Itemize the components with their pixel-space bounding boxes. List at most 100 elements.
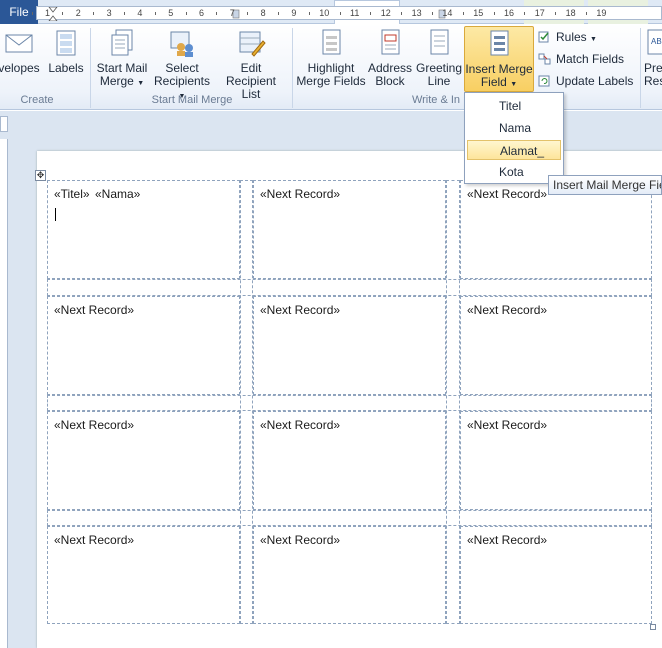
next-record-field: «Next Record» (260, 533, 341, 547)
spacer-row (47, 510, 652, 526)
group-create-label: Create (20, 94, 54, 106)
ruler-tick (124, 12, 125, 15)
ruler-number: 2 (75, 8, 81, 18)
ruler-tick (247, 12, 249, 15)
group-separator (640, 28, 641, 108)
group-start-mail-merge-label: Start Mail Merge (151, 94, 233, 106)
highlight-fields-icon (322, 29, 341, 55)
ruler-tick (462, 12, 464, 15)
ruler-number: 1 (45, 8, 51, 18)
next-record-field: «Next Record» (467, 187, 548, 201)
group-separator (292, 28, 293, 108)
chevron-down-icon: ▼ (510, 81, 518, 88)
ruler-number: 8 (260, 8, 266, 18)
spacer-row (47, 279, 652, 296)
envelopes-label: velopes (0, 61, 40, 75)
ruler-tick (154, 12, 156, 15)
ruler-tick (62, 12, 64, 15)
ruler-number: 10 (319, 8, 330, 18)
rules-icon (538, 31, 549, 43)
highlight-line2: Merge Fields (296, 74, 366, 88)
dropdown-item-titel[interactable]: Titel (467, 96, 561, 116)
envelopes-button[interactable]: velopes (0, 28, 44, 75)
ruler-number: 13 (411, 8, 422, 18)
greeting-line-icon (430, 29, 449, 55)
ruler-number: 7 (229, 8, 235, 18)
ruler-number: 6 (199, 8, 205, 18)
ruler-number: 5 (168, 8, 174, 18)
ruler-tick (93, 12, 95, 15)
preview-results-button[interactable]: ABC Prev Res (644, 28, 662, 88)
merge-field-titel: «Titel» (54, 187, 90, 201)
ruler-tick (555, 12, 557, 15)
ruler-number: 9 (291, 8, 297, 18)
chevron-down-icon: ▼ (137, 80, 145, 87)
ruler-tick (524, 12, 526, 15)
update-labels-icon (538, 75, 550, 87)
table-move-handle[interactable]: ✥ (35, 170, 46, 181)
merge-field-dropdown: Titel Nama Alamat_ Kota (464, 92, 564, 184)
svg-text:ABC: ABC (651, 37, 662, 46)
update-labels-button[interactable]: Update Labels (538, 72, 633, 90)
address-block-button[interactable]: Address Block (366, 28, 414, 88)
select-recipients-line2: Recipients (153, 74, 211, 88)
labels-button[interactable]: Labels (46, 28, 86, 75)
merge-field-nama: «Nama» (95, 187, 141, 201)
edit-list-icon (239, 31, 266, 57)
highlight-merge-fields-button[interactable]: Highlight Merge Fields (296, 28, 366, 88)
next-record-field: «Next Record» (260, 418, 341, 432)
spacer-column (240, 180, 253, 624)
dropdown-item-kota[interactable]: Kota (467, 162, 561, 182)
ruler-number: 14 (442, 8, 453, 18)
next-record-field: «Next Record» (467, 533, 548, 547)
ruler-tick (308, 12, 310, 15)
ruler-tick (185, 12, 187, 15)
edit-recipient-list-button[interactable]: Edit Recipient List (216, 28, 286, 101)
rules-label: Rules (556, 30, 587, 44)
dropdown-item-nama[interactable]: Nama (467, 118, 561, 138)
horizontal-ruler[interactable]: 1 2 3 4 5 6 7 8 9 10 11 12 13 14 15 16 17 18 19 (31, 6, 662, 21)
next-record-field: «Next Record» (54, 418, 135, 432)
next-record-field: «Next Record» (54, 303, 135, 317)
text-cursor (55, 208, 56, 221)
ruler-tick (493, 12, 495, 15)
table-resize-handle[interactable] (650, 624, 656, 630)
ruler-tick (278, 12, 279, 15)
insert-merge-field-button[interactable]: Insert Merge Field ▼ (464, 26, 534, 92)
update-labels-label: Update Labels (556, 74, 634, 88)
next-record-field: «Next Record» (467, 303, 548, 317)
address-block-icon (381, 29, 400, 55)
match-fields-icon (538, 53, 551, 65)
start-mail-merge-line2: Merge (99, 74, 134, 88)
ruler-number: 11 (350, 8, 360, 18)
ruler-tick (370, 12, 372, 15)
labels-label: Labels (48, 61, 84, 75)
ruler-number: 3 (106, 8, 112, 18)
match-fields-label: Match Fields (556, 52, 625, 66)
greeting-line-button[interactable]: Greeting Line (414, 28, 464, 88)
spacer-row (47, 395, 652, 411)
tab-selector[interactable] (0, 116, 8, 132)
labels-icon (56, 30, 76, 56)
vertical-ruler[interactable] (0, 139, 8, 648)
ruler-number: 12 (380, 8, 391, 18)
ruler-number: 4 (137, 8, 143, 18)
rules-button[interactable]: Rules ▼ (538, 28, 597, 46)
ruler-tick (432, 12, 433, 15)
greeting-line-line2: Line (427, 74, 451, 88)
match-fields-button[interactable]: Match Fields (538, 50, 624, 68)
start-mail-merge-button[interactable]: Start Mail Merge ▼ (94, 28, 150, 90)
ruler-tick (339, 12, 341, 15)
insert-merge-field-line2: Field (480, 75, 507, 89)
select-recipients-button[interactable]: Select Recipients ▼ (150, 28, 214, 103)
dropdown-item-alamat[interactable]: Alamat_ (467, 140, 561, 160)
ruler-tick (216, 12, 218, 15)
group-separator (90, 28, 91, 108)
ruler-number: 15 (473, 8, 484, 18)
envelope-icon (5, 34, 33, 53)
chevron-down-icon: ▼ (590, 36, 597, 43)
next-record-field: «Next Record» (54, 533, 135, 547)
preview-icon: ABC (647, 29, 662, 55)
ruler-number: 16 (504, 8, 515, 18)
insert-merge-field-icon (490, 30, 509, 56)
